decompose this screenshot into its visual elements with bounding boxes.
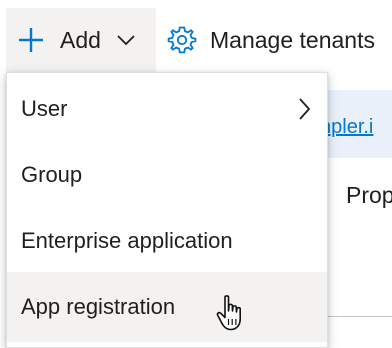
add-button[interactable]: Add bbox=[6, 8, 156, 72]
menu-item-app-registration[interactable]: App registration bbox=[7, 272, 327, 342]
manage-tenants-label: Manage tenants bbox=[210, 26, 375, 53]
add-button-label: Add bbox=[60, 26, 101, 53]
menu-item-label: Enterprise application bbox=[21, 228, 233, 253]
chevron-down-icon bbox=[115, 29, 137, 51]
azure-portal-page: npler.i Prop Add Manage tenants User Gro… bbox=[0, 0, 392, 348]
plus-icon bbox=[16, 25, 46, 55]
menu-item-group[interactable]: Group bbox=[7, 142, 327, 208]
menu-item-user[interactable]: User bbox=[7, 76, 327, 142]
menu-item-label: Group bbox=[21, 162, 83, 187]
menu-item-label: App registration bbox=[21, 294, 176, 319]
command-bar: Add Manage tenants bbox=[0, 0, 392, 72]
gear-icon bbox=[166, 24, 198, 56]
chevron-right-icon bbox=[293, 96, 315, 122]
properties-tab-label[interactable]: Prop bbox=[346, 182, 392, 209]
add-dropdown-menu: User Group Enterprise application App re… bbox=[6, 72, 328, 348]
manage-tenants-button[interactable]: Manage tenants bbox=[166, 8, 392, 72]
menu-item-enterprise-application[interactable]: Enterprise application bbox=[7, 208, 327, 274]
domain-link[interactable]: npler.i bbox=[320, 116, 373, 139]
menu-item-label: User bbox=[21, 96, 68, 121]
hand-cursor-icon bbox=[215, 294, 249, 332]
